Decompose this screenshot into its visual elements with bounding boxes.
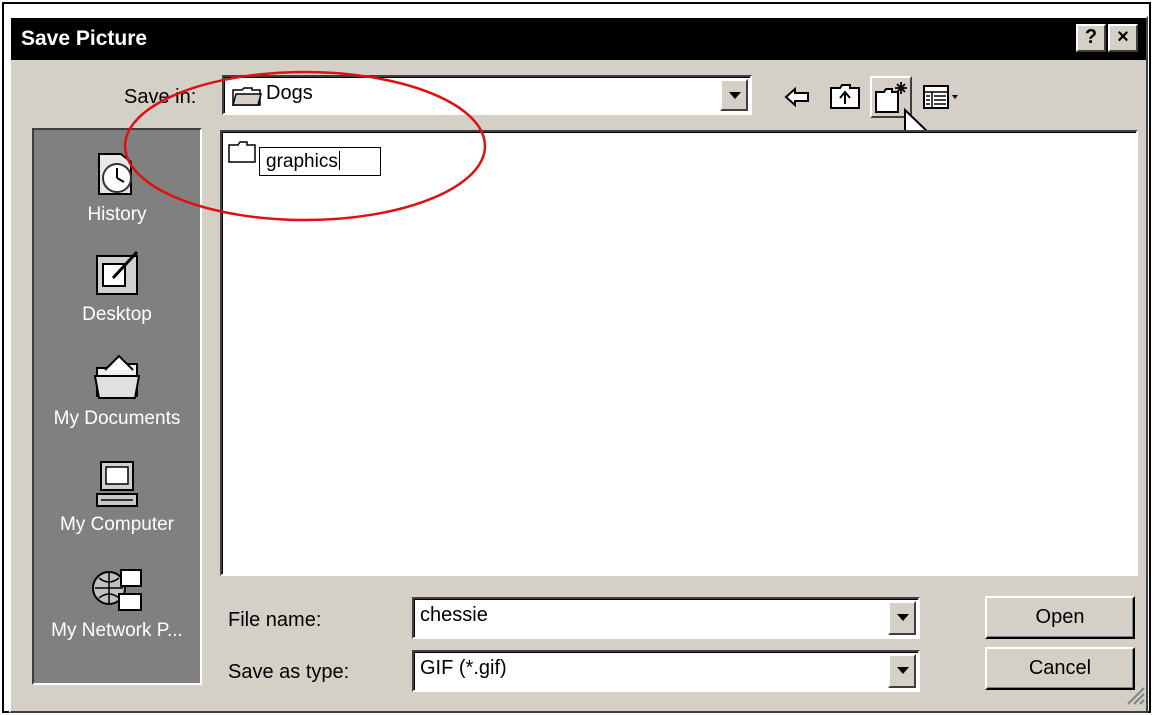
cancel-button[interactable]: Cancel	[985, 647, 1135, 690]
file-name-label: File name:	[228, 609, 322, 631]
chevron-down-icon[interactable]	[888, 654, 916, 688]
places-bar: History Desktop My Documents My Computer…	[32, 128, 202, 685]
resize-grip-icon[interactable]	[1124, 684, 1146, 711]
save-in-value: Dogs	[266, 82, 313, 104]
back-arrow-icon[interactable]	[782, 82, 812, 117]
my-computer-icon	[34, 458, 200, 510]
places-my-computer[interactable]: My Computer	[34, 458, 200, 536]
text-caret	[338, 151, 340, 170]
folder-icon	[228, 140, 256, 169]
my-network-places-icon	[34, 564, 200, 616]
up-one-level-icon[interactable]	[828, 80, 862, 117]
save-as-type-value: GIF (*.gif)	[420, 657, 507, 679]
desktop-icon	[34, 248, 200, 300]
save-in-label: Save in:	[124, 86, 197, 108]
places-my-documents[interactable]: My Documents	[34, 352, 200, 430]
places-my-network-places[interactable]: My Network P...	[34, 564, 200, 642]
folder-icon	[232, 86, 262, 111]
save-as-type-dropdown[interactable]: GIF (*.gif)	[412, 650, 920, 692]
title-bar[interactable]: Save Picture ? ×	[11, 18, 1146, 60]
file-name-input[interactable]: chessie	[412, 597, 920, 639]
places-history[interactable]: History	[34, 148, 200, 226]
history-icon	[34, 148, 200, 200]
close-button[interactable]: ×	[1108, 24, 1138, 52]
my-documents-icon	[34, 352, 200, 404]
places-desktop[interactable]: Desktop	[34, 248, 200, 326]
help-button[interactable]: ?	[1076, 24, 1106, 52]
file-list[interactable]: graphics	[220, 130, 1138, 576]
chevron-down-icon[interactable]	[720, 79, 748, 111]
save-as-type-label: Save as type:	[228, 661, 350, 683]
chevron-down-icon[interactable]	[888, 601, 916, 635]
rename-field[interactable]: graphics	[259, 147, 381, 176]
open-button[interactable]: Open	[985, 596, 1135, 639]
window-title: Save Picture	[21, 27, 148, 50]
save-in-dropdown[interactable]: Dogs	[222, 75, 752, 115]
list-item[interactable]: graphics	[226, 138, 386, 176]
file-name-value: chessie	[420, 604, 488, 626]
